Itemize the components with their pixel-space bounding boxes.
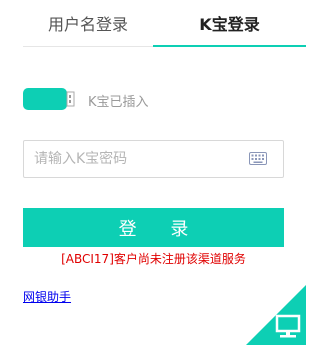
kbao-password-input[interactable] (24, 141, 249, 177)
kbao-status-text: K宝已插入 (88, 95, 149, 110)
online-banking-helper-link[interactable]: 网银助手 (23, 288, 71, 305)
login-button[interactable]: 登 录 (23, 208, 284, 247)
tab-username-login[interactable]: 用户名登录 (23, 0, 153, 46)
tab-kbao-login[interactable]: K宝登录 (153, 0, 306, 47)
password-field-box (23, 140, 284, 178)
login-tabs: 用户名登录 K宝登录 (23, 0, 306, 47)
error-message: [ABCI17]客户尚未注册该渠道服务 (61, 252, 246, 266)
usb-key-icon (23, 88, 75, 110)
keyboard-icon[interactable] (249, 152, 267, 165)
computer-monitor-icon[interactable] (246, 285, 306, 345)
